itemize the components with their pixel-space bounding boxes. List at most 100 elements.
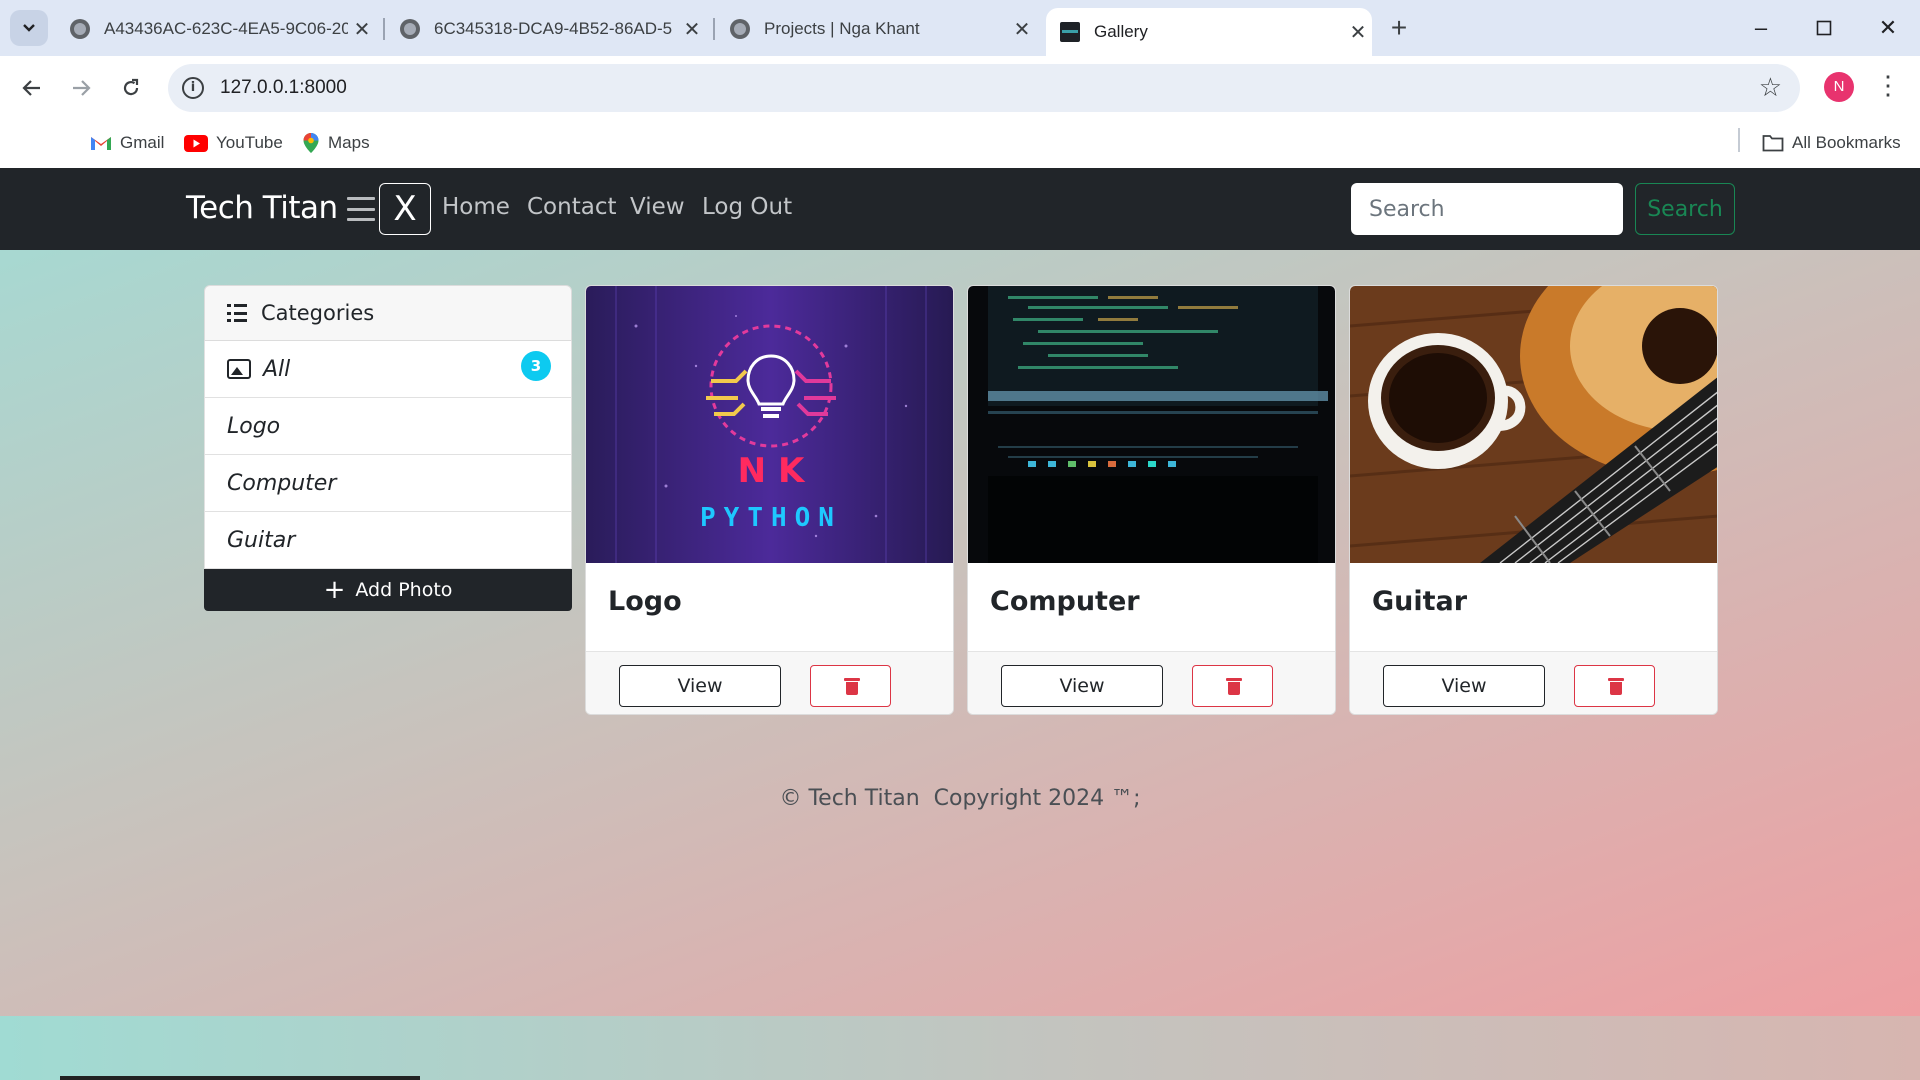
logo-image-text-bottom: PYTHON	[700, 503, 842, 533]
card-footer: View	[968, 651, 1335, 714]
tab-search-button[interactable]	[10, 10, 48, 46]
browser-tab-active[interactable]: Gallery ✕	[1046, 8, 1372, 56]
browser-tab[interactable]: 6C345318-DCA9-4B52-86AD-5 ✕	[386, 8, 706, 50]
all-bookmarks-label: All Bookmarks	[1792, 133, 1901, 152]
categories-header: Categories	[204, 285, 572, 341]
add-photo-label: Add Photo	[355, 579, 453, 601]
globe-icon	[70, 19, 90, 39]
reload-icon[interactable]	[111, 68, 151, 108]
photo-card-guitar: Guitar View	[1349, 285, 1718, 715]
category-label: Logo	[227, 413, 281, 439]
trash-icon	[1608, 678, 1624, 695]
close-tab-icon[interactable]: ✕	[1344, 20, 1372, 45]
page-viewport: Tech Titan X Home Contact View Log Out S…	[0, 168, 1920, 1080]
photo-card-logo: N K PYTHON Logo View	[585, 285, 954, 715]
category-item-all[interactable]: All 3	[204, 341, 572, 398]
category-item-guitar[interactable]: Guitar	[204, 512, 572, 569]
category-item-logo[interactable]: Logo	[204, 398, 572, 455]
new-tab-button[interactable]: +	[1382, 12, 1416, 46]
hamburger-icon[interactable]	[347, 197, 375, 221]
tab-title: Projects | Nga Khant	[764, 19, 920, 38]
bookmarks-bar: Gmail YouTube Maps All Bookmarks	[0, 118, 1920, 168]
site-navbar: Tech Titan X Home Contact View Log Out S…	[0, 168, 1920, 250]
maps-pin-icon	[303, 133, 319, 153]
add-photo-button[interactable]: + Add Photo	[204, 569, 572, 611]
folder-icon	[1762, 135, 1784, 152]
images-icon	[227, 359, 251, 379]
back-arrow-icon[interactable]	[12, 68, 52, 108]
trash-icon	[844, 678, 860, 695]
browser-tabstrip: A43436AC-623C-4EA5-9C06-20 ✕ 6C345318-DC…	[0, 0, 1920, 56]
gallery-favicon-icon	[1060, 22, 1080, 42]
nav-link-logout[interactable]: Log Out	[702, 194, 792, 220]
card-title: Computer	[990, 586, 1140, 617]
photo-card-computer: Computer View	[967, 285, 1336, 715]
view-button[interactable]: View	[619, 665, 781, 707]
card-footer: View	[586, 651, 953, 714]
chevron-down-icon	[23, 24, 35, 32]
bookmark-youtube[interactable]: YouTube	[184, 128, 283, 158]
computer-photo-image[interactable]	[968, 286, 1336, 563]
bookmark-label: Maps	[328, 133, 370, 152]
page-bottom-band	[0, 1016, 1920, 1080]
tab-title: Gallery	[1094, 22, 1148, 41]
close-tab-icon[interactable]: ✕	[678, 17, 706, 42]
categories-title: Categories	[261, 301, 375, 325]
gmail-icon	[91, 137, 111, 150]
bookmark-label: Gmail	[120, 133, 165, 152]
page-footer: © Tech Titan Copyright 2024 ™;	[0, 786, 1920, 811]
site-info-icon[interactable]: i	[182, 77, 204, 99]
forward-arrow-icon[interactable]	[61, 68, 101, 108]
all-bookmarks-button[interactable]: All Bookmarks	[1762, 128, 1901, 158]
browser-tab[interactable]: Projects | Nga Khant ✕	[716, 8, 1036, 50]
tab-title: 6C345318-DCA9-4B52-86AD-5	[434, 19, 673, 38]
navbar-toggle-close-button[interactable]: X	[379, 183, 431, 235]
nav-link-contact[interactable]: Contact	[527, 194, 616, 220]
footer-copyright: © Tech Titan Copyright 2024 ™;	[779, 786, 1141, 811]
tab-separator	[383, 18, 385, 40]
tab-title: A43436AC-623C-4EA5-9C06-20	[104, 19, 348, 38]
guitar-photo-image[interactable]	[1350, 286, 1718, 563]
bottom-divider	[60, 1076, 420, 1080]
bookmark-label: YouTube	[216, 133, 283, 152]
logo-photo-image[interactable]: N K PYTHON	[586, 286, 954, 563]
category-item-computer[interactable]: Computer	[204, 455, 572, 512]
categories-sidebar: Categories All 3 Logo Computer Guitar + …	[204, 285, 572, 611]
bookmark-star-icon[interactable]: ☆	[1759, 72, 1782, 103]
nav-link-view[interactable]: View	[630, 194, 685, 220]
browser-toolbar: i 127.0.0.1:8000 ☆ N ⋮	[0, 56, 1920, 118]
bookmark-maps[interactable]: Maps	[302, 128, 370, 158]
window-close-icon[interactable]: ✕	[1863, 8, 1913, 48]
bookmark-gmail[interactable]: Gmail	[90, 128, 164, 158]
url-text[interactable]: 127.0.0.1:8000	[220, 77, 347, 99]
minimize-icon[interactable]: –	[1736, 8, 1786, 48]
logo-image-text-top: N K	[738, 451, 806, 491]
site-brand[interactable]: Tech Titan	[186, 190, 338, 226]
close-tab-icon[interactable]: ✕	[348, 17, 376, 42]
tab-separator	[713, 18, 715, 40]
globe-icon	[400, 19, 420, 39]
delete-button[interactable]	[1192, 665, 1273, 707]
search-input[interactable]	[1351, 183, 1623, 235]
browser-tab[interactable]: A43436AC-623C-4EA5-9C06-20 ✕	[56, 8, 376, 50]
nav-link-home[interactable]: Home	[442, 194, 510, 220]
card-title: Guitar	[1372, 586, 1468, 617]
category-label: Guitar	[227, 527, 296, 553]
card-title: Logo	[608, 586, 682, 617]
trash-icon	[1226, 678, 1242, 695]
list-icon	[227, 304, 247, 322]
close-tab-icon[interactable]: ✕	[1008, 17, 1036, 42]
count-badge: 3	[521, 351, 551, 381]
view-button[interactable]: View	[1001, 665, 1163, 707]
card-footer: View	[1350, 651, 1717, 714]
search-button[interactable]: Search	[1635, 183, 1735, 235]
maximize-icon[interactable]	[1799, 8, 1849, 48]
youtube-icon	[184, 134, 208, 152]
address-bar[interactable]: i 127.0.0.1:8000 ☆	[168, 64, 1800, 112]
profile-avatar[interactable]: N	[1824, 72, 1854, 102]
plus-icon: +	[323, 575, 346, 605]
delete-button[interactable]	[1574, 665, 1655, 707]
delete-button[interactable]	[810, 665, 891, 707]
view-button[interactable]: View	[1383, 665, 1545, 707]
browser-menu-icon[interactable]: ⋮	[1875, 70, 1901, 101]
